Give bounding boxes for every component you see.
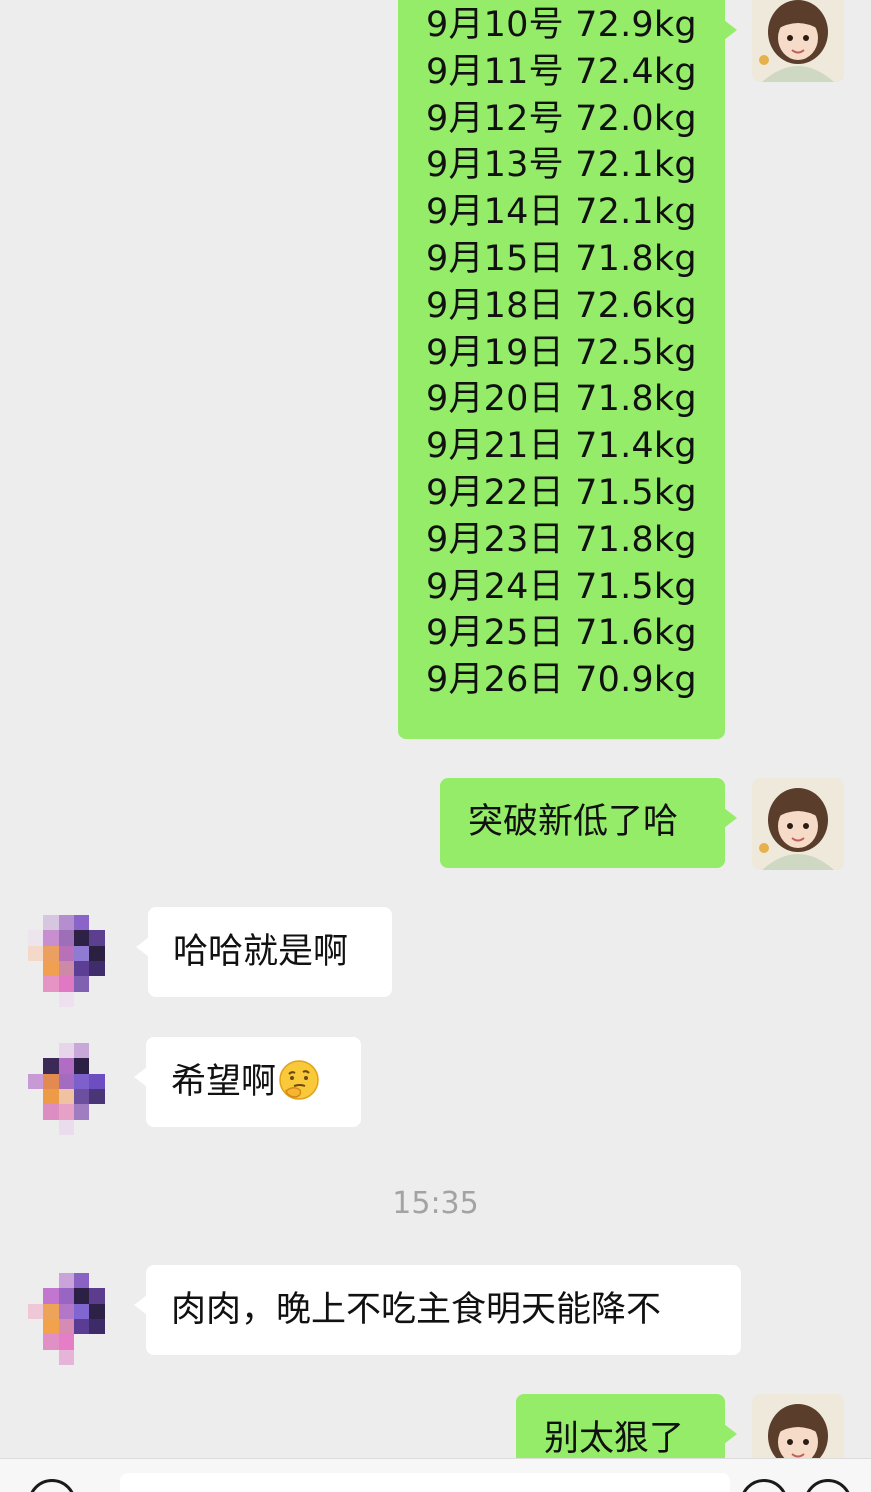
message-input[interactable]	[120, 1473, 730, 1492]
weight-log-line: 9月20日 71.8kg	[426, 379, 697, 420]
weight-log-line: 9月12号 72.0kg	[426, 98, 697, 139]
voice-button[interactable]	[28, 1479, 76, 1492]
pixelated-avatar-icon	[28, 915, 120, 1007]
weight-log-line: 9月10号 72.9kg	[426, 5, 697, 45]
chat-input-bar	[0, 1458, 871, 1492]
weight-log-line: 9月26日 70.9kg	[426, 660, 697, 701]
question-bubble[interactable]: 肉肉，晚上不吃主食明天能降不	[134, 1265, 741, 1355]
weight-log-line: 9月13号 72.1kg	[426, 145, 697, 186]
thinking-face-emoji-icon	[279, 1060, 319, 1100]
pixelated-avatar-icon	[28, 1043, 120, 1135]
weight-log-line: 9月21日 71.4kg	[426, 426, 697, 467]
weight-log-line: 9月23日 71.8kg	[426, 519, 697, 560]
hope-text: 希望啊	[171, 1062, 277, 1102]
new-low-text: 突破新低了哈	[468, 802, 679, 842]
new-low-bubble[interactable]: 突破新低了哈	[440, 778, 737, 868]
weight-log-line: 9月11号 72.4kg	[426, 51, 697, 92]
self-avatar[interactable]	[752, 0, 844, 82]
weight-log-line: 9月15日 71.8kg	[426, 238, 697, 279]
haha-text: 哈哈就是啊	[173, 932, 349, 972]
emoji-button[interactable]	[740, 1479, 788, 1492]
weight-log-line: 9月18日 72.6kg	[426, 285, 697, 326]
weight-log-line: 9月25日 71.6kg	[426, 613, 697, 654]
dont-overdo-text: 别太狠了	[544, 1419, 685, 1459]
contact-avatar[interactable]	[28, 1273, 120, 1365]
contact-avatar[interactable]	[28, 915, 120, 1007]
weight-log-line: 9月24日 71.5kg	[426, 566, 697, 607]
more-button[interactable]	[804, 1479, 852, 1492]
weight-log-line: 9月19日 72.5kg	[426, 332, 697, 373]
weight-log-line: 9月22日 71.5kg	[426, 472, 697, 513]
question-text: 肉肉，晚上不吃主食明天能降不	[171, 1290, 662, 1330]
weight-log-list: 9月10号 72.9kg 9月11号 72.4kg 9月12号 72.0kg 9月13…	[398, 0, 725, 716]
weight-log-line: 9月14日 72.1kg	[426, 192, 697, 233]
weight-log-bubble[interactable]: 9月10号 72.9kg 9月11号 72.4kg 9月12号 72.0kg 9月13…	[398, 0, 737, 739]
girl-avatar-icon	[752, 0, 844, 82]
pixelated-avatar-icon	[28, 1273, 120, 1365]
girl-avatar-icon	[752, 778, 844, 870]
chat-timestamp: 15:35	[392, 1186, 479, 1221]
haha-bubble[interactable]: 哈哈就是啊	[136, 907, 392, 997]
self-avatar[interactable]	[752, 778, 844, 870]
hope-bubble[interactable]: 希望啊	[134, 1037, 361, 1127]
contact-avatar[interactable]	[28, 1043, 120, 1135]
